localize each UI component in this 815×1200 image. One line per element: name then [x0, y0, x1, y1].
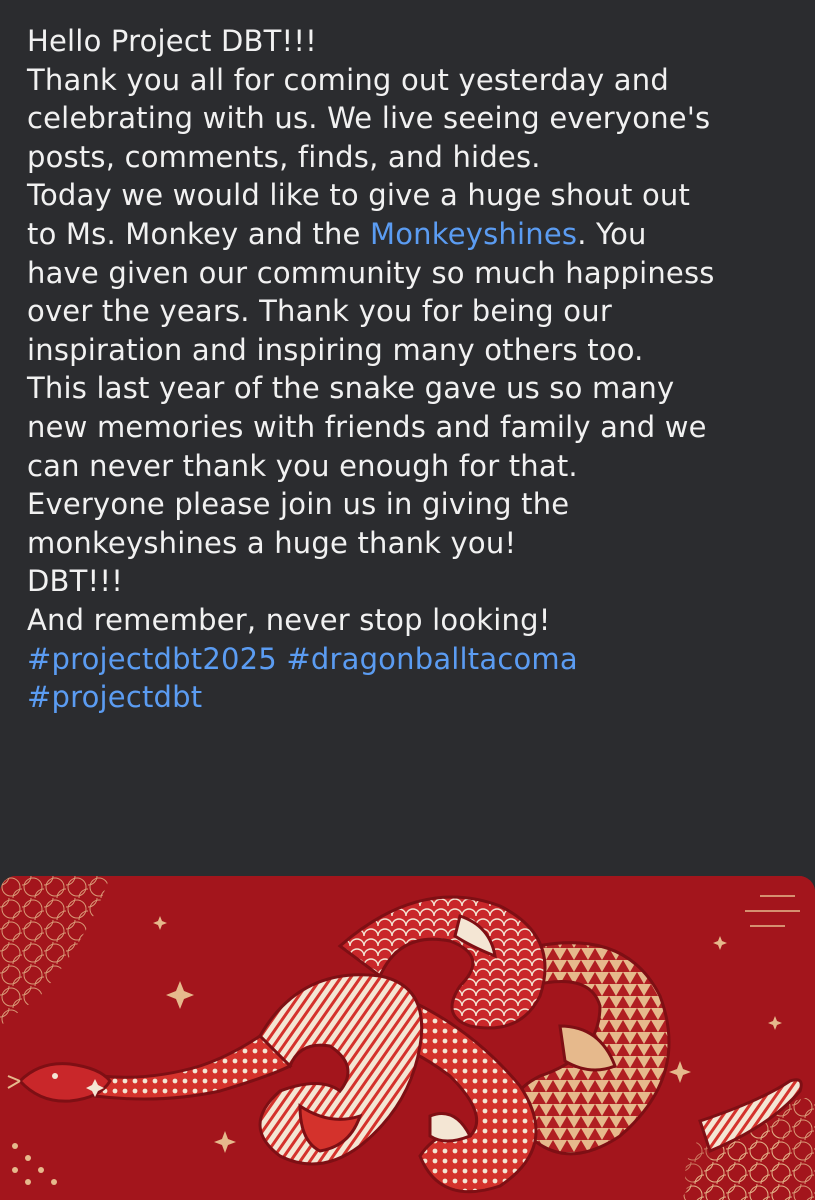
hashtag-link[interactable]: #projectdbt2025 — [27, 642, 277, 676]
post-text-line: monkeyshines a huge thank you! — [27, 524, 807, 563]
post-text: Hello Project DBT!!! Thank you all for co… — [27, 22, 807, 717]
post-text-line: Hello Project DBT!!! — [27, 22, 807, 61]
post-text-line: to Ms. Monkey and the Monkeyshines. You — [27, 215, 807, 254]
post-text-line: And remember, never stop looking! — [27, 601, 807, 640]
post-text-segment: DBT!!! — [27, 564, 124, 599]
post-text-segment: to Ms. Monkey and the — [27, 216, 371, 251]
post-text-line: new memories with friends and family and… — [27, 408, 807, 447]
post-text-line: can never thank you enough for that. — [27, 447, 807, 486]
post-text-segment: celebrating with us. We live seeing ever… — [27, 101, 711, 136]
post-text-line: DBT!!! — [27, 562, 807, 601]
hashtag-link[interactable]: #dragonballtacoma — [286, 642, 577, 676]
snake-illustration-icon — [0, 876, 815, 1200]
post-card: Hello Project DBT!!! Thank you all for co… — [0, 0, 815, 1200]
post-text-line: Thank you all for coming out yesterday a… — [27, 61, 807, 100]
post-text-segment: over the years. Thank you for being our — [27, 294, 612, 329]
post-text-line: #projectdbt — [27, 678, 807, 717]
post-text-segment: Everyone please join us in giving the — [27, 487, 570, 522]
post-text-segment: new memories with friends and family and… — [27, 409, 707, 444]
post-text-segment: have given our community so much happine… — [27, 255, 715, 290]
post-text-segment: Thank you all for coming out yesterday a… — [27, 62, 669, 97]
post-image-container[interactable] — [0, 872, 815, 1200]
post-text-segment: Hello Project DBT!!! — [27, 24, 317, 58]
post-text-line: #projectdbt2025 #dragonballtacoma — [27, 640, 807, 679]
post-text-line: Today we would like to give a huge shout… — [27, 176, 807, 215]
post-text-segment: . You — [577, 216, 647, 251]
post-text-line: over the years. Thank you for being our — [27, 292, 807, 331]
post-text-segment: can never thank you enough for that. — [27, 448, 578, 483]
post-text-line: inspiration and inspiring many others to… — [27, 331, 807, 370]
post-text-line: celebrating with us. We live seeing ever… — [27, 99, 807, 138]
hashtag-link[interactable]: #projectdbt — [27, 680, 202, 714]
post-text-segment: monkeyshines a huge thank you! — [27, 525, 517, 560]
post-text-segment: posts, comments, finds, and hides. — [27, 139, 541, 174]
post-text-line: have given our community so much happine… — [27, 254, 807, 293]
post-text-segment: Today we would like to give a huge shout… — [27, 178, 691, 213]
post-text-segment: inspiration and inspiring many others to… — [27, 332, 644, 367]
snake-illustration[interactable] — [0, 876, 815, 1200]
post-text-line: Everyone please join us in giving the — [27, 485, 807, 524]
post-text-segment: And remember, never stop looking! — [27, 602, 551, 637]
mention-link[interactable]: Monkeyshines — [370, 217, 577, 251]
post-text-line: This last year of the snake gave us so m… — [27, 369, 807, 408]
post-text-segment: This last year of the snake gave us so m… — [27, 371, 675, 406]
post-text-line: posts, comments, finds, and hides. — [27, 138, 807, 177]
post-text-segment — [277, 642, 286, 676]
